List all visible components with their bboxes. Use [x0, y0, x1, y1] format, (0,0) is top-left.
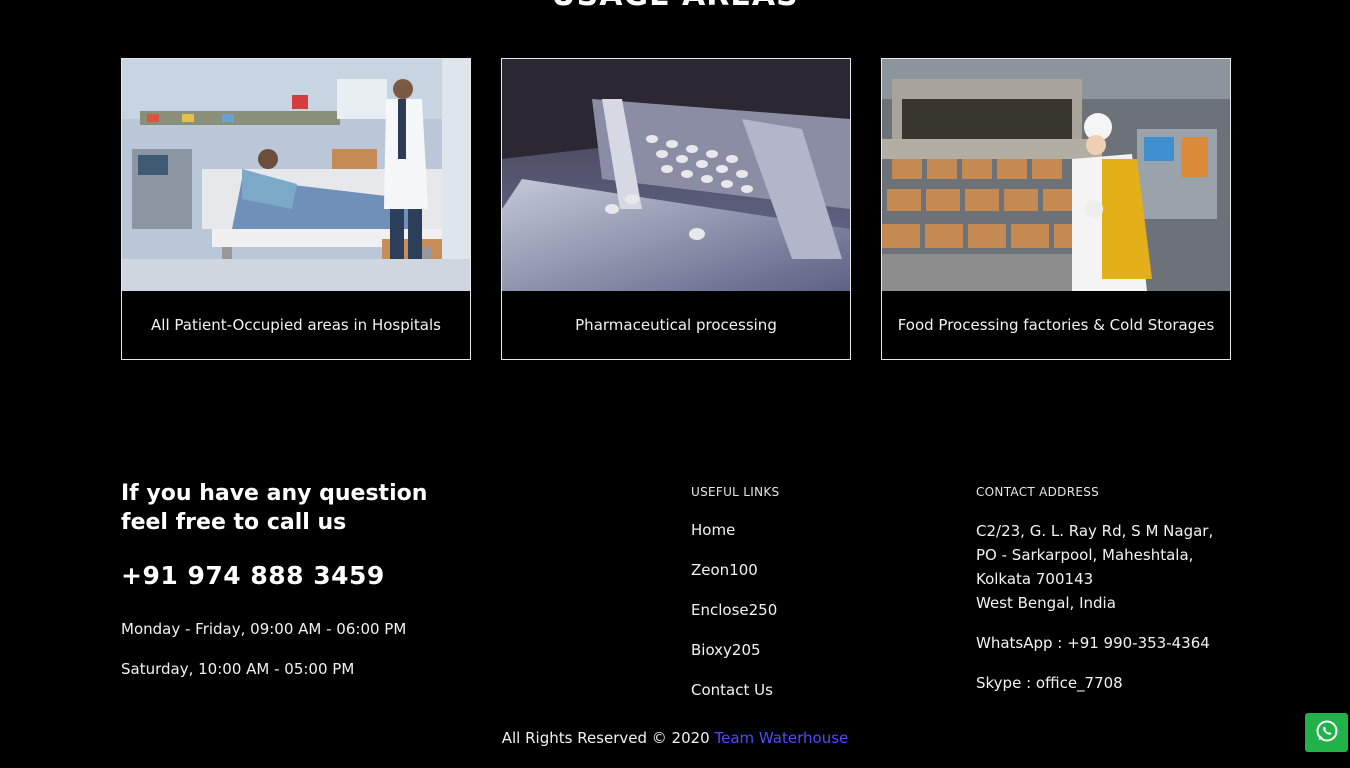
hours-saturday: Saturday, 10:00 AM - 05:00 PM	[121, 660, 355, 678]
whatsapp-icon	[1315, 719, 1339, 747]
call-heading-line2: feel free to call us	[121, 510, 347, 535]
call-heading: If you have any question feel free to ca…	[121, 479, 481, 537]
food-processing-image	[882, 59, 1230, 291]
hours-weekday: Monday - Friday, 09:00 AM - 06:00 PM	[121, 620, 407, 638]
card-caption: Food Processing factories & Cold Storage…	[897, 316, 1215, 334]
address-line4: West Bengal, India	[976, 594, 1116, 612]
whatsapp-button[interactable]	[1305, 713, 1348, 752]
link-contact-us[interactable]: Contact Us	[691, 681, 773, 699]
contact-address-title: CONTACT ADDRESS	[976, 485, 1100, 499]
address-line2: PO - Sarkarpool, Maheshtala,	[976, 546, 1194, 564]
card-caption: Pharmaceutical processing	[575, 316, 777, 334]
address-line1: C2/23, G. L. Ray Rd, S M Nagar,	[976, 522, 1214, 540]
card-caption: All Patient-Occupied areas in Hospitals	[151, 316, 441, 334]
link-enclose250[interactable]: Enclose250	[691, 601, 777, 619]
copyright-text: All Rights Reserved © 2020	[501, 729, 710, 747]
hospital-image	[122, 59, 470, 291]
pharmaceutical-image	[502, 59, 850, 291]
section-heading: USAGE AREAS	[0, 0, 1350, 13]
usage-card-pharmaceutical: Pharmaceutical processing	[501, 58, 851, 360]
copyright: All Rights Reserved © 2020 Team Waterhou…	[0, 729, 1350, 747]
whatsapp-number: WhatsApp : +91 990-353-4364	[976, 634, 1210, 652]
link-home[interactable]: Home	[691, 521, 735, 539]
link-bioxy205[interactable]: Bioxy205	[691, 641, 761, 659]
phone-number[interactable]: +91 974 888 3459	[121, 561, 385, 590]
useful-links-title: USEFUL LINKS	[691, 485, 780, 499]
skype-id: Skype : office_7708	[976, 674, 1123, 692]
address-line3: Kolkata 700143	[976, 570, 1094, 588]
call-heading-line1: If you have any question	[121, 481, 428, 506]
usage-card-food-processing: Food Processing factories & Cold Storage…	[881, 58, 1231, 360]
address-block: C2/23, G. L. Ray Rd, S M Nagar, PO - Sar…	[976, 519, 1236, 615]
link-zeon100[interactable]: Zeon100	[691, 561, 758, 579]
team-waterhouse-link[interactable]: Team Waterhouse	[715, 729, 849, 747]
usage-card-hospitals: All Patient-Occupied areas in Hospitals	[121, 58, 471, 360]
